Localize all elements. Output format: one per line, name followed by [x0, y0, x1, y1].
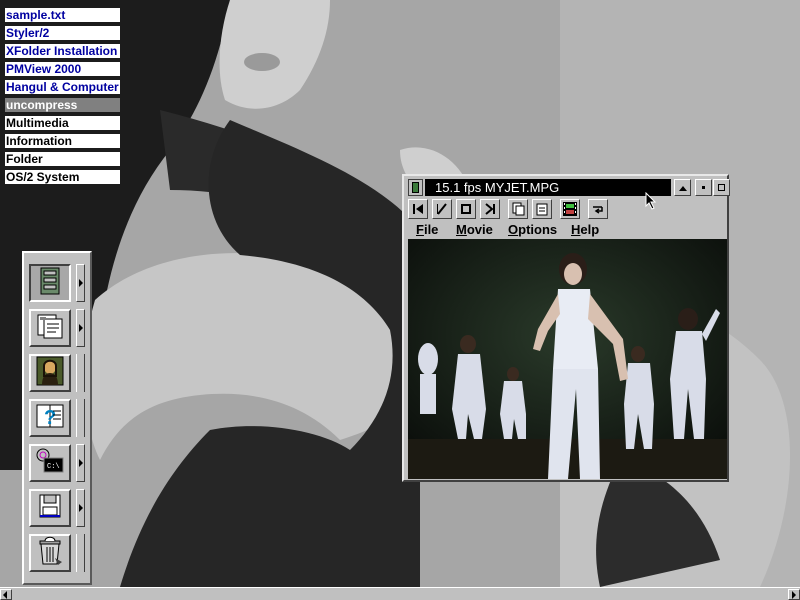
templates-icon	[36, 312, 64, 344]
window-title: 15.1 fps MYJET.MPG	[435, 180, 560, 195]
mona-lisa-icon	[36, 356, 64, 390]
desktop-horizontal-scrollbar[interactable]	[0, 587, 800, 600]
menu-options-rest: ptions	[518, 222, 558, 237]
floppy-disk-button[interactable]	[29, 489, 71, 527]
filmstrip-button[interactable]	[560, 199, 580, 219]
player-toolbar	[408, 199, 723, 221]
menu-help-rest: elp	[580, 222, 600, 237]
scroll-right-arrow-icon[interactable]	[788, 589, 800, 600]
desktop-object-multimedia[interactable]: Multimedia	[5, 116, 120, 130]
help-spacer	[76, 399, 85, 437]
step-forward-button[interactable]	[480, 199, 500, 219]
launchpad-row-templates	[29, 309, 87, 349]
launchpad-row-floppy	[29, 489, 87, 529]
floppy-disk-icon	[37, 493, 63, 523]
step-forward-icon	[485, 203, 495, 215]
help-button[interactable]: ?	[29, 399, 71, 437]
play-button[interactable]	[432, 199, 452, 219]
menu-help[interactable]: Help	[571, 221, 599, 238]
shredder-button[interactable]	[29, 534, 71, 572]
menu-options-mnemonic: O	[508, 222, 519, 237]
menu-movie-rest: ovie	[466, 222, 493, 237]
launchpad-row-drives	[29, 264, 87, 304]
launchpad-row-mona-lisa	[29, 354, 87, 394]
paste-button[interactable]	[532, 199, 552, 219]
templates-drawer-arrow[interactable]	[76, 309, 85, 347]
minimize-button[interactable]	[695, 179, 712, 196]
mona-lisa-spacer	[76, 354, 85, 392]
launchpad-row-help: ?	[29, 399, 87, 439]
system-menu-icon	[412, 182, 419, 193]
desktop-object-styler2[interactable]: Styler/2	[5, 26, 120, 40]
copy-button[interactable]	[508, 199, 528, 219]
desktop-object-xfolder-installation[interactable]: XFolder Installation	[5, 44, 120, 58]
rewind-icon	[413, 204, 423, 214]
svg-text:?: ?	[44, 407, 56, 429]
minimize-icon	[702, 186, 705, 189]
hide-icon	[678, 186, 687, 191]
help-icon: ?	[35, 402, 65, 434]
desktop-object-list: sample.txt Styler/2 XFolder Installation…	[5, 8, 120, 188]
menu-file[interactable]: File	[416, 221, 438, 238]
paste-icon	[536, 203, 548, 216]
desktop-object-sample-txt[interactable]: sample.txt	[5, 8, 120, 22]
rewind-button[interactable]	[408, 199, 428, 219]
drives-icon	[37, 267, 63, 299]
launchpad-row-command-prompt: C:\	[29, 444, 87, 484]
drives-drawer-arrow[interactable]	[76, 264, 85, 302]
desktop-object-uncompress[interactable]: uncompress	[5, 98, 120, 112]
desktop-object-pmview-2000[interactable]: PMView 2000	[5, 62, 120, 76]
system-menu-button[interactable]	[408, 179, 423, 196]
stop-icon	[461, 204, 471, 214]
loop-icon	[593, 206, 603, 214]
launchpad-row-shredder	[29, 534, 87, 574]
templates-button[interactable]	[29, 309, 71, 347]
menu-file-rest: ile	[423, 222, 439, 237]
menu-options[interactable]: Options	[508, 221, 557, 238]
floppy-disk-drawer-arrow[interactable]	[76, 489, 85, 527]
title-bar[interactable]: 15.1 fps MYJET.MPG	[408, 179, 730, 197]
menu-help-mnemonic: H	[571, 222, 581, 237]
command-prompt-button[interactable]: C:\	[29, 444, 71, 482]
hide-button[interactable]	[674, 179, 691, 196]
menu-movie-mnemonic: M	[456, 222, 467, 237]
play-icon	[437, 203, 447, 215]
shredder-spacer	[76, 534, 85, 572]
title-area[interactable]: 15.1 fps MYJET.MPG	[425, 179, 671, 196]
menu-movie[interactable]: Movie	[456, 221, 493, 238]
svg-text:C:\: C:\	[47, 463, 60, 471]
command-prompt-drawer-arrow[interactable]	[76, 444, 85, 482]
mouse-pointer-icon	[645, 191, 657, 214]
filmstrip-icon	[563, 202, 577, 216]
mona-lisa-button[interactable]	[29, 354, 71, 392]
desktop-object-os2-system[interactable]: OS/2 System	[5, 170, 120, 184]
video-image	[408, 239, 727, 479]
drives-button[interactable]	[29, 264, 71, 302]
menu-bar: File Movie Options Help	[408, 221, 723, 238]
desktop-object-information[interactable]: Information	[5, 134, 120, 148]
maximize-icon	[718, 184, 725, 191]
video-frame[interactable]	[408, 239, 727, 479]
scroll-left-arrow-icon[interactable]	[0, 589, 12, 600]
command-prompt-icon: C:\	[35, 447, 65, 479]
copy-icon	[512, 202, 525, 216]
maximize-button[interactable]	[713, 179, 730, 196]
menu-file-mnemonic: F	[416, 222, 424, 237]
stop-button[interactable]	[456, 199, 476, 219]
desktop-object-hangul-computer[interactable]: Hangul & Computer	[5, 80, 120, 94]
shredder-icon	[36, 536, 64, 570]
loop-button[interactable]	[588, 199, 608, 219]
desktop-object-folder[interactable]: Folder	[5, 152, 120, 166]
movie-player-window[interactable]: 15.1 fps MYJET.MPG File Movie Options He…	[402, 174, 730, 482]
launchpad: ? C:\	[22, 251, 92, 585]
